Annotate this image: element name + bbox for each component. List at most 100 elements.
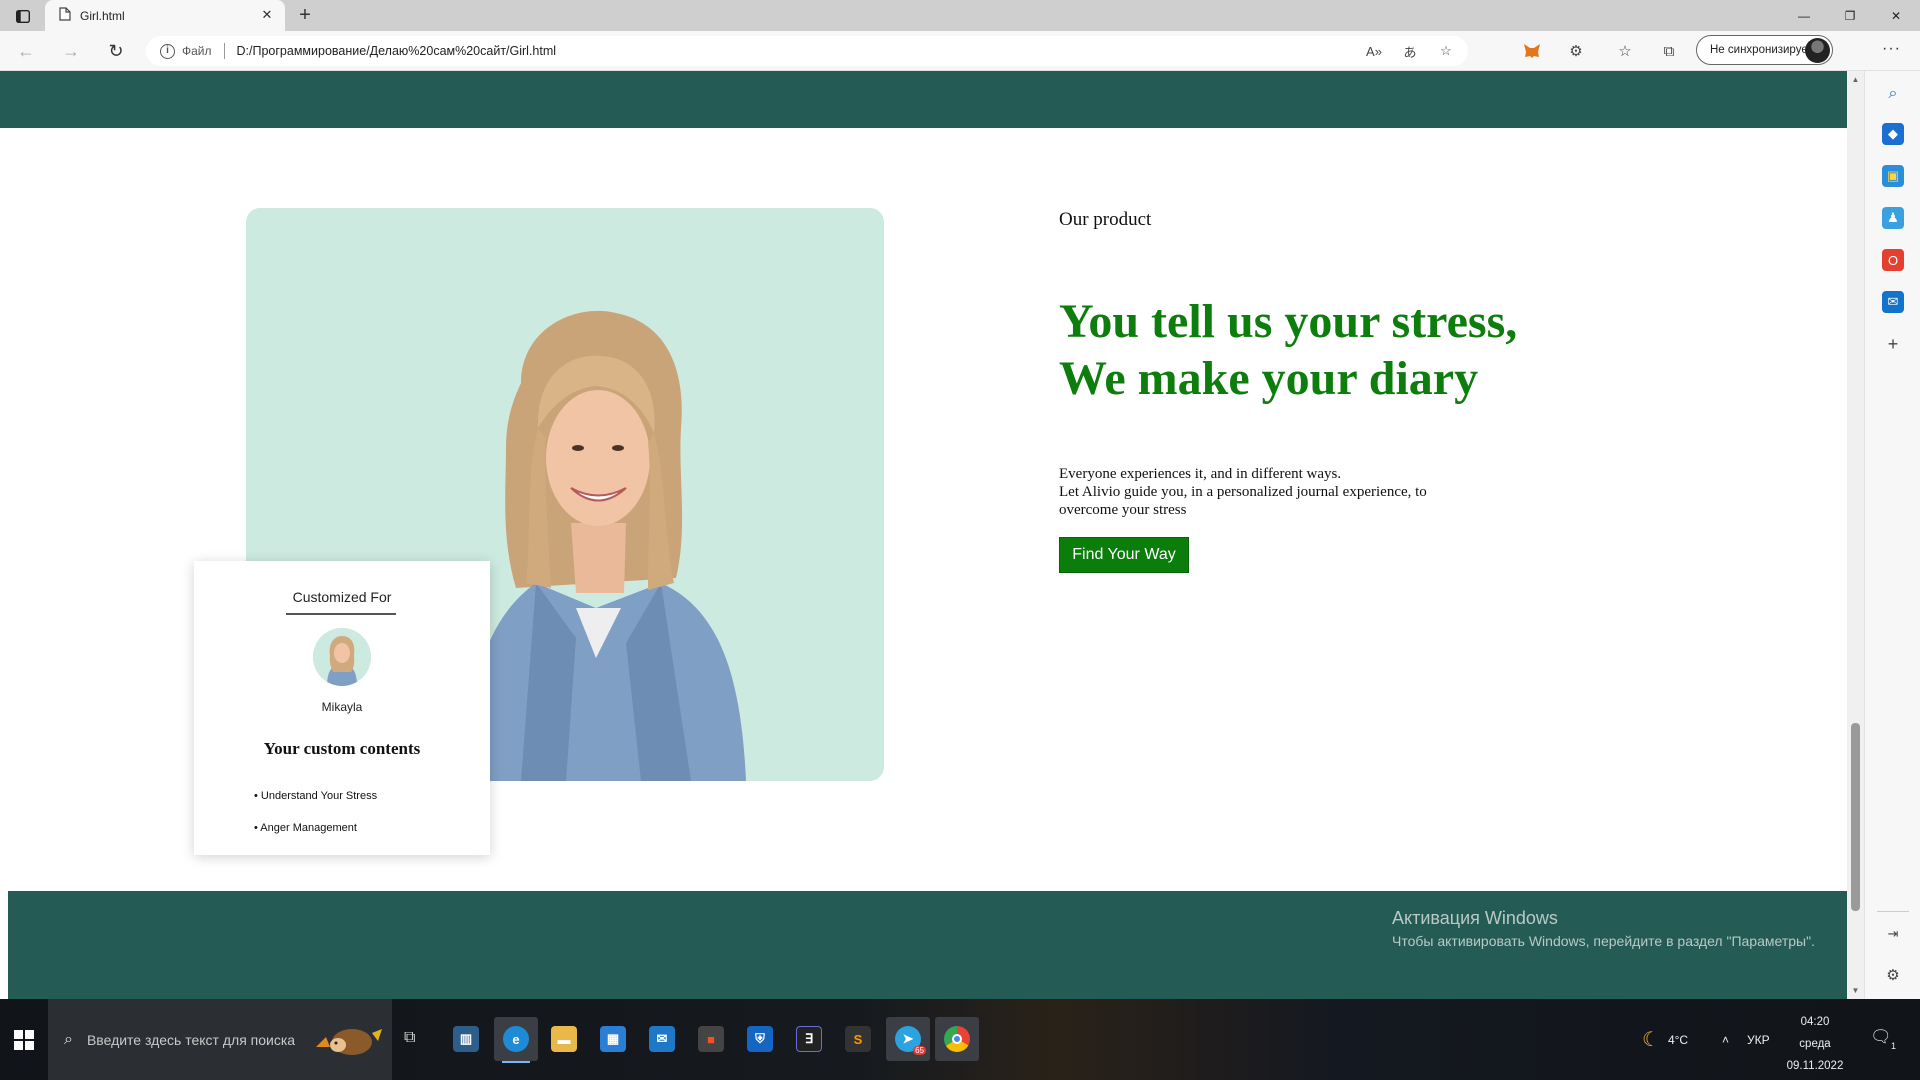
clock-time: 04:20 xyxy=(1800,1016,1830,1028)
search-highlight-hedgehog-icon xyxy=(316,1029,382,1055)
description: Everyone experiences it, and in differen… xyxy=(1059,465,1479,519)
list-item: • Understand Your Stress xyxy=(254,790,378,802)
store-icon: ▦ xyxy=(600,1026,626,1052)
language-label: УКР xyxy=(1747,1032,1770,1047)
windows-activation-watermark: Активация Windows Чтобы активировать Win… xyxy=(1392,908,1815,949)
favorites-icon[interactable]: ☆ xyxy=(1614,40,1636,62)
page-scrollbar[interactable]: ▲ ▼ xyxy=(1847,71,1864,999)
taskbar-app-vpn[interactable]: ∃ xyxy=(787,1017,831,1061)
moon-icon: ☾ xyxy=(1642,1029,1660,1051)
translate-icon[interactable]: あ xyxy=(1400,41,1420,61)
headline-line-1: You tell us your stress, xyxy=(1059,295,1518,348)
read-aloud-icon[interactable]: A» xyxy=(1364,41,1384,61)
address-bar: ← → ↻ i Файл D:/Программирование/Делаю%2… xyxy=(0,31,1920,71)
shield-icon: ⛨ xyxy=(747,1026,773,1052)
metamask-extension-icon[interactable] xyxy=(1521,40,1543,62)
telegram-badge: 65 xyxy=(913,1046,926,1055)
analytics-app-icon: ▥ xyxy=(453,1026,479,1052)
more-menu-icon[interactable]: ··· xyxy=(1882,40,1901,58)
close-tab-icon[interactable]: ✕ xyxy=(259,7,275,23)
taskbar-app-edge[interactable]: e xyxy=(494,1017,538,1063)
show-hidden-icons[interactable]: ˄ xyxy=(1722,999,1729,1080)
games-icon[interactable]: ♟ xyxy=(1882,207,1904,229)
scroll-up-icon[interactable]: ▲ xyxy=(1851,75,1860,84)
taskbar-app-store[interactable]: ▦ xyxy=(591,1017,635,1061)
page-viewport: Customized For Mikayla Your custom conte… xyxy=(0,71,1847,999)
language-indicator[interactable]: УКР xyxy=(1747,999,1770,1080)
taskbar-app-defender[interactable]: ⛨ xyxy=(738,1017,782,1061)
edge-icon: e xyxy=(503,1026,529,1052)
clock-date: 09.11.2022 xyxy=(1786,1060,1844,1072)
windows-logo-icon xyxy=(14,1029,34,1050)
start-button[interactable] xyxy=(0,999,48,1080)
weather-widget[interactable]: ☾ 4°C xyxy=(1642,999,1688,1080)
extensions-icon[interactable]: ⚙ xyxy=(1565,40,1587,62)
tools-icon[interactable]: ▣ xyxy=(1882,165,1904,187)
forward-button[interactable]: → xyxy=(59,39,83,63)
description-line-2: Let Alivio guide you, in a personalized … xyxy=(1059,484,1427,518)
office-app-icon: ■ xyxy=(698,1026,724,1052)
clock[interactable]: 04:20 среда 09.11.2022 xyxy=(1780,1011,1850,1077)
clock-day: среда xyxy=(1799,1038,1831,1050)
close-window-button[interactable]: ✕ xyxy=(1874,0,1918,31)
headline-line-2: We make your diary xyxy=(1059,352,1479,405)
shopping-icon[interactable]: ◆ xyxy=(1882,123,1904,145)
info-icon[interactable]: i xyxy=(160,43,175,59)
taskbar-search[interactable]: ⌕ Введите здесь текст для поиска xyxy=(48,999,392,1080)
description-line-1: Everyone experiences it, and in differen… xyxy=(1059,466,1342,482)
url-divider xyxy=(223,43,225,59)
scroll-down-icon[interactable]: ▼ xyxy=(1851,986,1860,995)
tab-strip: Girl.html ✕ + — ❐ ✕ xyxy=(0,0,1920,31)
back-button[interactable]: ← xyxy=(14,39,38,63)
task-view-icon[interactable]: ⧉ xyxy=(404,1029,426,1051)
headline: You tell us your stress, We make your di… xyxy=(1059,293,1517,407)
add-icon[interactable]: + xyxy=(1882,333,1904,355)
url-text[interactable]: D:/Программирование/Делаю%20сам%20сайт/G… xyxy=(237,44,557,58)
minimize-button[interactable]: — xyxy=(1782,0,1826,31)
avatar xyxy=(313,628,371,686)
notification-count: 1 xyxy=(1890,1041,1896,1051)
custom-contents-heading: Your custom contents xyxy=(263,739,421,758)
profile-avatar xyxy=(1805,38,1830,63)
restore-button[interactable]: ❐ xyxy=(1828,0,1872,31)
taskbar-app-explorer[interactable]: ▬ xyxy=(542,1017,586,1061)
settings-icon[interactable]: ⚙ xyxy=(1882,964,1904,986)
windows-taskbar: ⌕ Введите здесь текст для поиска ⧉ ▥ e ▬… xyxy=(0,999,1920,1080)
reload-button[interactable]: ↻ xyxy=(104,39,128,63)
find-your-way-button[interactable]: Find Your Way xyxy=(1059,537,1189,573)
add-favorite-icon[interactable]: ☆ xyxy=(1436,41,1456,61)
taskbar-app-telegram[interactable]: ➤ 65 xyxy=(886,1017,930,1061)
edge-sidebar: ⌕ ◆ ▣ ♟ O ✉ + ⇥ ⚙ xyxy=(1864,71,1920,999)
hide-sidebar-icon[interactable]: ⇥ xyxy=(1882,923,1904,945)
vpn-icon: ∃ xyxy=(796,1026,822,1052)
url-field[interactable]: i Файл D:/Программирование/Делаю%20сам%2… xyxy=(146,36,1468,66)
collections-icon[interactable]: ⧉ xyxy=(1658,40,1680,62)
activation-subtitle: Чтобы активировать Windows, перейдите в … xyxy=(1392,933,1815,949)
card-title-underline xyxy=(286,613,396,615)
search-icon: ⌕ xyxy=(64,1030,73,1048)
chevron-up-icon: ˄ xyxy=(1722,1032,1730,1047)
search-icon[interactable]: ⌕ xyxy=(1882,83,1904,105)
weather-temp: 4°C xyxy=(1667,1032,1689,1047)
section-label: Our product xyxy=(1059,209,1152,230)
office-icon[interactable]: O xyxy=(1882,249,1904,271)
profile-sync-button[interactable]: Не синхронизируется xyxy=(1696,35,1833,65)
folder-icon: ▬ xyxy=(551,1026,577,1052)
user-name: Mikayla xyxy=(321,700,363,714)
taskbar-app-chrome[interactable] xyxy=(935,1017,979,1061)
customized-for-card: Customized For Mikayla Your custom conte… xyxy=(194,561,490,855)
chrome-icon xyxy=(944,1026,970,1052)
taskbar-app-sublime[interactable]: S xyxy=(836,1017,880,1061)
url-scheme-label: Файл xyxy=(182,44,212,58)
tab-actions-icon[interactable] xyxy=(12,6,34,26)
browser-tab[interactable]: Girl.html ✕ xyxy=(45,0,285,31)
taskbar-app-mail[interactable]: ✉ xyxy=(640,1017,684,1061)
outlook-icon[interactable]: ✉ xyxy=(1882,291,1904,313)
new-tab-button[interactable]: + xyxy=(295,4,315,26)
notification-center-icon[interactable]: 🗨 1 xyxy=(1870,1027,1896,1051)
scroll-thumb[interactable] xyxy=(1851,723,1860,911)
card-title: Customized For xyxy=(292,589,392,605)
taskbar-app-office[interactable]: ■ xyxy=(689,1017,733,1061)
taskbar-app-analytics[interactable]: ▥ xyxy=(444,1017,488,1061)
activation-title: Активация Windows xyxy=(1392,908,1558,928)
